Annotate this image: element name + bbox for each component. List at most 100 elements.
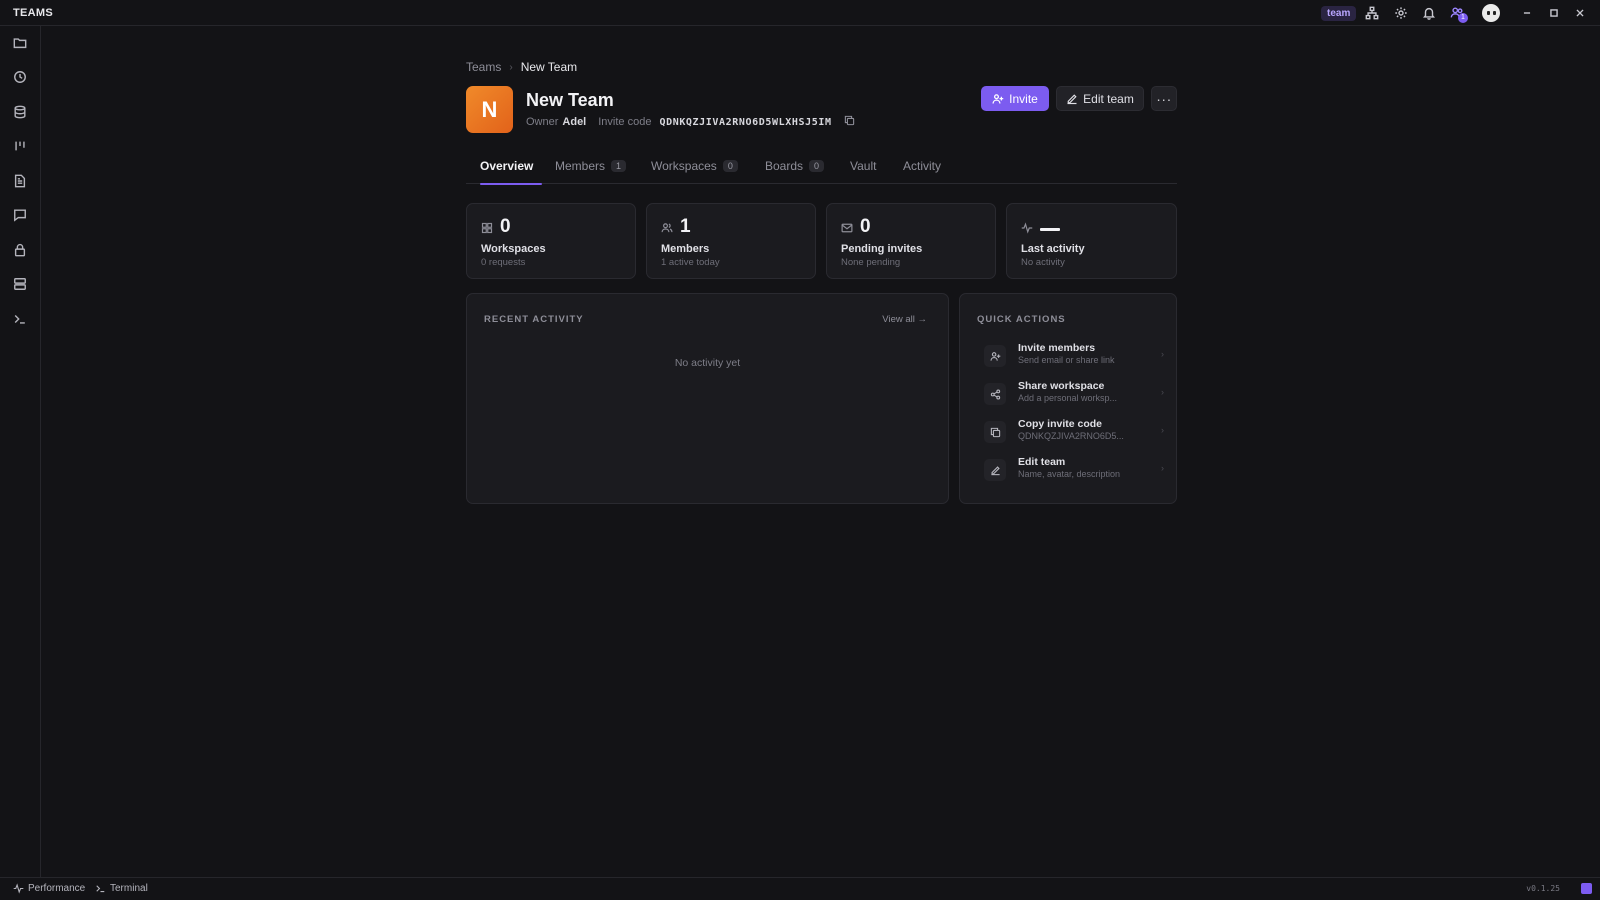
- recent-activity-panel: RECENT ACTIVITY View all → No activity y…: [466, 293, 949, 504]
- app-version: v0.1.25: [1526, 884, 1560, 893]
- edit-icon: [984, 459, 1006, 481]
- team-badge[interactable]: team: [1321, 6, 1357, 21]
- invite-code: QDNKQZJIVA2RNO6D5WLXHSJ5IM: [659, 116, 832, 128]
- tab-label: Activity: [903, 159, 942, 173]
- tab-count: 0: [809, 160, 825, 172]
- chevron-right-icon: ›: [1161, 425, 1164, 435]
- close-icon[interactable]: [1571, 4, 1589, 22]
- chevron-right-icon: ›: [1161, 463, 1164, 473]
- quick-action-title: Edit team: [1018, 456, 1066, 468]
- performance-label: Performance: [28, 883, 86, 894]
- chevron-right-icon: ›: [1161, 387, 1164, 397]
- quick-action-edit-team[interactable]: Edit team Name, avatar, description ›: [976, 453, 1166, 487]
- invite-button[interactable]: Invite: [981, 86, 1049, 111]
- stat-value: 1: [680, 216, 691, 237]
- database-icon[interactable]: [11, 103, 29, 121]
- copy-icon: [984, 421, 1006, 443]
- view-all-link[interactable]: View all →: [882, 314, 927, 325]
- chat-icon[interactable]: [11, 206, 29, 224]
- terminal-icon: [96, 885, 105, 893]
- activity-icon: [13, 883, 24, 894]
- invite-button-label: Invite: [1009, 91, 1038, 106]
- team-name: New Team: [526, 90, 614, 110]
- tab-activity[interactable]: Activity: [903, 156, 941, 184]
- copy-icon[interactable]: [844, 115, 855, 129]
- clock-icon[interactable]: [11, 68, 29, 86]
- user-plus-icon: [984, 345, 1006, 367]
- stat-card-workspaces[interactable]: 0 Workspaces 0 requests: [466, 203, 636, 279]
- team-meta: Owner Adel Invite code QDNKQZJIVA2RNO6D5…: [526, 115, 855, 129]
- stat-card-last-activity[interactable]: Last activity No activity: [1006, 203, 1177, 279]
- empty-activity-message: No activity yet: [674, 357, 741, 369]
- stat-label: Workspaces: [481, 243, 546, 255]
- app-title: TEAMS: [13, 7, 53, 19]
- stat-value: 0: [500, 216, 511, 237]
- quick-actions-panel: QUICK ACTIONS Invite members Send email …: [959, 293, 1177, 504]
- stat-sub: 1 active today: [661, 257, 720, 268]
- edit-team-button-label: Edit team: [1083, 91, 1134, 106]
- tab-members[interactable]: Members 1: [555, 156, 627, 184]
- chevron-right-icon: ›: [509, 61, 513, 73]
- stat-card-members[interactable]: 1 Members 1 active today: [646, 203, 816, 279]
- breadcrumb-current: New Team: [520, 60, 578, 74]
- quick-action-title: Share workspace: [1018, 380, 1105, 392]
- document-icon[interactable]: [11, 172, 29, 190]
- quick-action-invite-members[interactable]: Invite members Send email or share link …: [976, 339, 1166, 373]
- empty-value-dash: [1040, 228, 1060, 231]
- users-icon: [661, 221, 673, 239]
- share-icon: [984, 383, 1006, 405]
- tab-boards[interactable]: Boards 0: [765, 156, 825, 184]
- tab-vault[interactable]: Vault: [850, 156, 876, 184]
- owner-label: Owner: [526, 116, 559, 128]
- terminal-button[interactable]: Terminal: [95, 883, 148, 894]
- user-avatar[interactable]: [1482, 4, 1500, 22]
- breadcrumb: Teams › New Team: [466, 60, 577, 74]
- edit-icon: [1067, 93, 1077, 104]
- tab-label: Workspaces: [651, 159, 717, 173]
- stat-value: 0: [860, 216, 871, 237]
- quick-action-copy-invite-code[interactable]: Copy invite code QDNKQZJIVA2RNO6D5... ›: [976, 415, 1166, 449]
- stat-label: Pending invites: [841, 243, 923, 255]
- maximize-icon[interactable]: [1545, 4, 1563, 22]
- folder-icon[interactable]: [11, 34, 29, 52]
- tab-overview[interactable]: Overview: [480, 156, 542, 185]
- chevron-right-icon: ›: [1161, 349, 1164, 359]
- breadcrumb-teams-link[interactable]: Teams: [466, 60, 501, 74]
- quick-action-sub: Send email or share link: [1018, 355, 1115, 365]
- grid-icon: [481, 221, 493, 239]
- invite-code-label: Invite code: [598, 116, 652, 128]
- quick-action-title: Copy invite code: [1018, 418, 1103, 430]
- recent-activity-title: RECENT ACTIVITY: [484, 314, 584, 325]
- tab-label: Boards: [765, 159, 804, 173]
- sidebar: [0, 26, 41, 877]
- tab-count: 0: [722, 160, 738, 172]
- mail-icon: [841, 221, 853, 239]
- bell-icon[interactable]: [1420, 4, 1438, 22]
- tab-workspaces[interactable]: Workspaces 0: [651, 156, 738, 184]
- lock-icon[interactable]: [11, 241, 29, 259]
- terminal-icon[interactable]: [11, 310, 29, 328]
- owner-name: Adel: [562, 116, 587, 128]
- user-plus-icon: [992, 93, 1004, 104]
- server-icon[interactable]: [11, 275, 29, 293]
- stat-card-pending-invites[interactable]: 0 Pending invites None pending: [826, 203, 996, 279]
- stat-label: Last activity: [1021, 243, 1085, 255]
- quick-action-share-workspace[interactable]: Share workspace Add a personal worksp...…: [976, 377, 1166, 411]
- gear-icon[interactable]: [1392, 4, 1410, 22]
- kanban-icon[interactable]: [11, 137, 29, 155]
- activity-icon: [1021, 221, 1033, 239]
- performance-button[interactable]: Performance: [13, 883, 85, 894]
- minimize-icon[interactable]: [1518, 4, 1536, 22]
- more-options-button[interactable]: ···: [1151, 86, 1177, 111]
- stat-sub: None pending: [841, 257, 901, 268]
- team-members-icon[interactable]: 1: [1448, 4, 1468, 23]
- terminal-label: Terminal: [110, 883, 148, 894]
- app-logo-icon: [1581, 883, 1592, 894]
- status-bar: Performance Terminal v0.1.25: [0, 877, 1600, 900]
- edit-team-button[interactable]: Edit team: [1056, 86, 1144, 111]
- notification-count: 1: [1458, 13, 1468, 23]
- tab-count: 1: [611, 160, 627, 172]
- quick-action-sub: Add a personal worksp...: [1018, 393, 1118, 403]
- quick-action-sub: QDNKQZJIVA2RNO6D5...: [1018, 431, 1124, 441]
- network-icon[interactable]: [1363, 4, 1381, 22]
